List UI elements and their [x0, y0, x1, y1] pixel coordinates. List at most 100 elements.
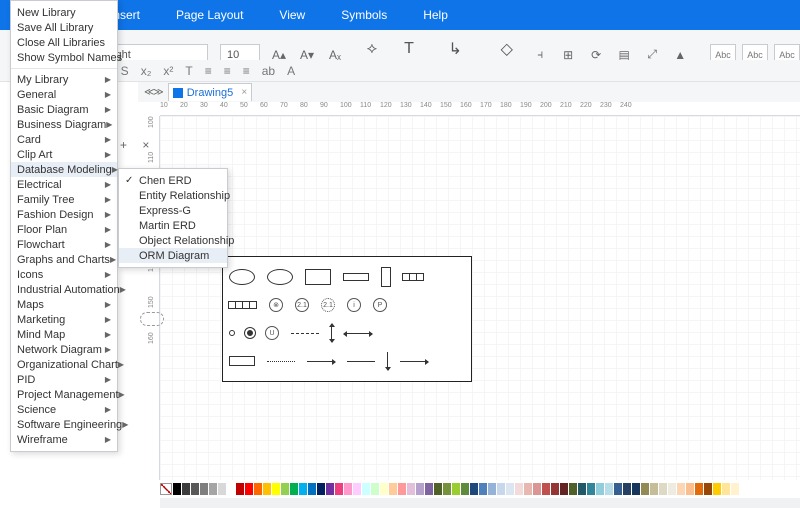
menu-item[interactable]: Save All Library: [11, 20, 117, 35]
line-shape[interactable]: [347, 361, 375, 362]
box-shape[interactable]: [229, 356, 255, 366]
database-modeling-submenu[interactable]: Chen ERDEntity RelationshipExpress-GMart…: [118, 168, 228, 268]
segmented-shape[interactable]: [403, 273, 424, 281]
color-swatch[interactable]: [200, 483, 208, 495]
ribbon-tab-symbols[interactable]: Symbols: [341, 8, 387, 22]
color-swatch[interactable]: [398, 483, 406, 495]
color-swatch[interactable]: [371, 483, 379, 495]
rect-tall-shape[interactable]: [381, 267, 391, 287]
submenu-item[interactable]: Martin ERD: [119, 218, 227, 233]
text-block-icon[interactable]: ab: [262, 64, 275, 78]
color-swatch[interactable]: [389, 483, 397, 495]
color-swatch[interactable]: [290, 483, 298, 495]
shapes-panel-controls[interactable]: + ×: [120, 138, 155, 152]
crossed-circle-shape[interactable]: ⊗: [269, 298, 283, 312]
menu-item[interactable]: Close All Libraries: [11, 35, 117, 50]
color-swatch[interactable]: [209, 483, 217, 495]
color-swatch[interactable]: [407, 483, 415, 495]
target-dot-shape[interactable]: [247, 330, 253, 336]
color-swatch[interactable]: [641, 483, 649, 495]
menu-item[interactable]: Marketing▶: [11, 312, 117, 327]
color-swatch[interactable]: [191, 483, 199, 495]
ellipse-shape[interactable]: [229, 269, 255, 285]
text-icon[interactable]: T: [185, 64, 192, 78]
menu-item[interactable]: Business Diagram▶: [11, 117, 117, 132]
color-swatch[interactable]: [218, 483, 226, 495]
menu-item[interactable]: Industrial Automation▶: [11, 282, 117, 297]
horizontal-scrollbar[interactable]: [160, 498, 800, 508]
library-menu[interactable]: New LibrarySave All LibraryClose All Lib…: [10, 0, 118, 452]
color-swatch[interactable]: [470, 483, 478, 495]
color-swatch[interactable]: [263, 483, 271, 495]
arrow-shape-2[interactable]: [400, 361, 428, 362]
color-swatch[interactable]: [596, 483, 604, 495]
color-swatch[interactable]: [722, 483, 730, 495]
ribbon-tab-page-layout[interactable]: Page Layout: [176, 8, 243, 22]
ellipse-shape-2[interactable]: [267, 269, 293, 285]
rect-thin-shape[interactable]: [343, 273, 369, 281]
color-swatch[interactable]: [335, 483, 343, 495]
submenu-item[interactable]: Entity Relationship: [119, 188, 227, 203]
color-swatch[interactable]: [380, 483, 388, 495]
color-swatch[interactable]: [659, 483, 667, 495]
color-swatch[interactable]: [416, 483, 424, 495]
dashed-line-shape[interactable]: [291, 333, 319, 334]
superscript-icon[interactable]: x²: [163, 64, 173, 78]
color-swatch[interactable]: [317, 483, 325, 495]
menu-item[interactable]: Organizational Chart▶: [11, 357, 117, 372]
color-swatch[interactable]: [569, 483, 577, 495]
document-tab[interactable]: Drawing5 ×: [168, 83, 252, 101]
color-swatch[interactable]: [479, 483, 487, 495]
color-swatch[interactable]: [713, 483, 721, 495]
menu-item[interactable]: General▶: [11, 87, 117, 102]
submenu-item[interactable]: ORM Diagram: [119, 248, 227, 263]
color-swatch[interactable]: [524, 483, 532, 495]
menu-item[interactable]: Science▶: [11, 402, 117, 417]
color-swatch[interactable]: [560, 483, 568, 495]
color-swatch[interactable]: [614, 483, 622, 495]
menu-item[interactable]: Software Engineering▶: [11, 417, 117, 432]
color-swatch[interactable]: [461, 483, 469, 495]
dotted-circle-shape[interactable]: 2.1: [321, 298, 335, 312]
color-swatch[interactable]: [542, 483, 550, 495]
menu-item[interactable]: Clip Art▶: [11, 147, 117, 162]
menu-item[interactable]: Fashion Design▶: [11, 207, 117, 222]
color-swatch[interactable]: [308, 483, 316, 495]
color-swatch[interactable]: [497, 483, 505, 495]
menu-item[interactable]: Family Tree▶: [11, 192, 117, 207]
color-swatch[interactable]: [587, 483, 595, 495]
color-swatch[interactable]: [632, 483, 640, 495]
menu-item[interactable]: PID▶: [11, 372, 117, 387]
strike-icon[interactable]: S: [121, 64, 129, 78]
color-swatch[interactable]: [731, 483, 739, 495]
submenu-item[interactable]: Express-G: [119, 203, 227, 218]
color-swatch[interactable]: [650, 483, 658, 495]
subscript-icon[interactable]: x₂: [141, 64, 152, 78]
menu-item[interactable]: Icons▶: [11, 267, 117, 282]
color-swatch[interactable]: [425, 483, 433, 495]
color-swatch[interactable]: [344, 483, 352, 495]
menu-item[interactable]: Database Modeling▶: [11, 162, 117, 177]
color-swatch[interactable]: [578, 483, 586, 495]
color-swatch[interactable]: [677, 483, 685, 495]
vertical-arrow-shape[interactable]: [387, 352, 388, 370]
p-circle-shape[interactable]: P: [373, 298, 387, 312]
menu-item[interactable]: Show Symbol Names: [11, 50, 117, 65]
submenu-item[interactable]: Chen ERD: [119, 173, 227, 188]
color-swatch[interactable]: [515, 483, 523, 495]
color-swatch[interactable]: [326, 483, 334, 495]
color-swatch[interactable]: [452, 483, 460, 495]
color-swatch[interactable]: [704, 483, 712, 495]
color-swatch[interactable]: [533, 483, 541, 495]
submenu-item[interactable]: Object Relationship: [119, 233, 227, 248]
color-swatch[interactable]: [434, 483, 442, 495]
color-swatch[interactable]: [254, 483, 262, 495]
color-swatch[interactable]: [551, 483, 559, 495]
ribbon-tab-help[interactable]: Help: [423, 8, 448, 22]
menu-item[interactable]: Flowchart▶: [11, 237, 117, 252]
align-right-icon[interactable]: ≡: [243, 64, 250, 78]
color-palette[interactable]: [160, 482, 796, 496]
menu-item[interactable]: Maps▶: [11, 297, 117, 312]
color-swatch[interactable]: [236, 483, 244, 495]
menu-item[interactable]: Electrical▶: [11, 177, 117, 192]
